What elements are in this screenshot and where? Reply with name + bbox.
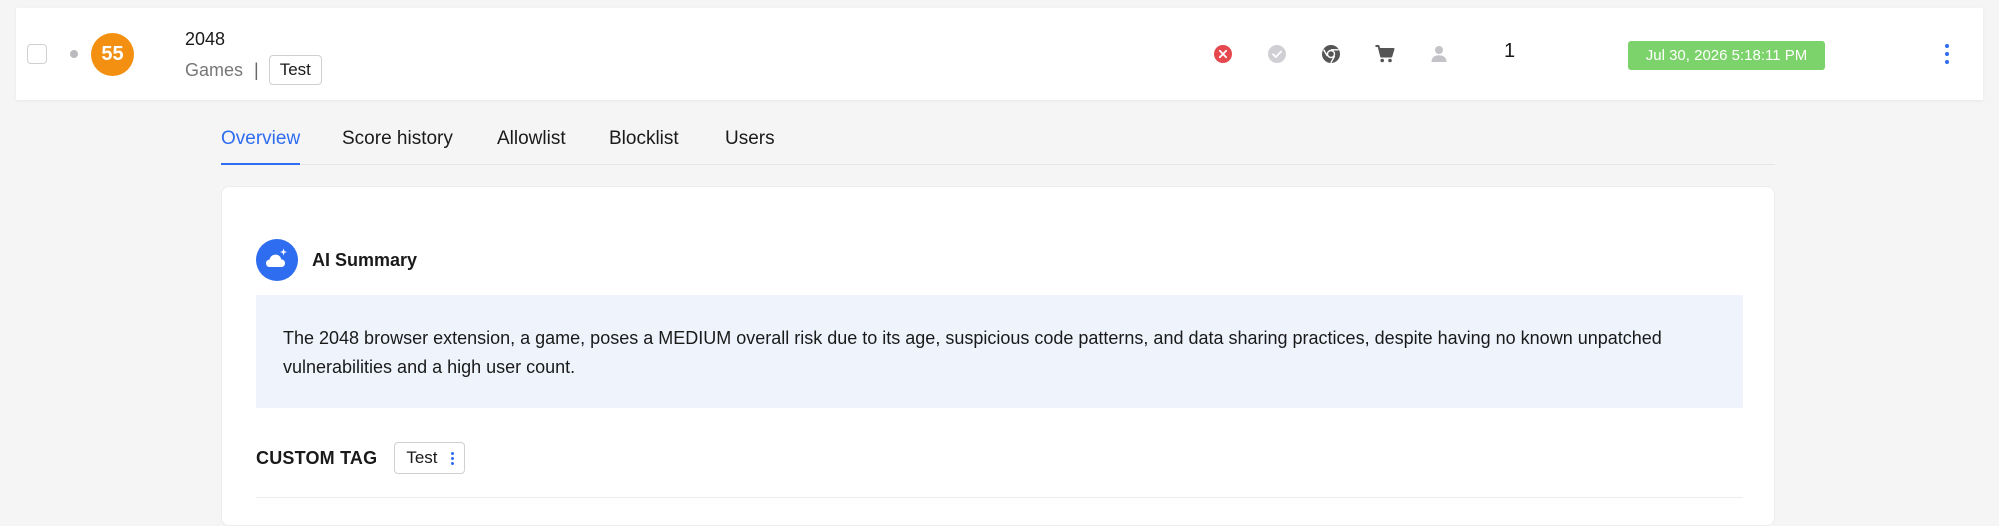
- tab-users[interactable]: Users: [725, 128, 775, 164]
- user-icon: [1427, 42, 1451, 66]
- custom-tag-value: Test: [406, 448, 438, 467]
- ai-sparkle-icon: [256, 239, 298, 281]
- ai-summary-title: AI Summary: [312, 249, 418, 270]
- detail-tabs: Overview Score history Allowlist Blockli…: [221, 124, 1775, 165]
- overview-card: AI Summary The 2048 browser extension, a…: [221, 186, 1775, 526]
- chrome-browser-icon: [1319, 42, 1343, 66]
- ai-summary-text: The 2048 browser extension, a game, pose…: [256, 295, 1743, 408]
- meta-separator: |: [254, 59, 259, 80]
- store-cart-icon: [1373, 42, 1397, 66]
- last-updated-badge: Jul 30, 2026 5:18:11 PM: [1628, 41, 1825, 70]
- ai-summary-header: AI Summary: [256, 239, 417, 281]
- extension-meta: Games | Test: [185, 55, 322, 85]
- extension-row[interactable]: 55 2048 Games | Test 1 Jul 30, 2026 5:18…: [16, 8, 1983, 100]
- tag-more-menu-icon[interactable]: [450, 451, 454, 465]
- category-label: Games: [185, 59, 244, 80]
- tab-blocklist[interactable]: Blocklist: [609, 128, 679, 164]
- section-divider: [256, 497, 1743, 498]
- risk-score-badge: 55: [91, 33, 134, 76]
- blocked-status-icon[interactable]: [1211, 42, 1235, 66]
- tab-overview[interactable]: Overview: [221, 128, 301, 165]
- row-more-menu-icon[interactable]: [1937, 40, 1957, 68]
- extension-name[interactable]: 2048: [185, 29, 225, 50]
- select-checkbox[interactable]: [27, 44, 47, 64]
- tab-score-history[interactable]: Score history: [342, 128, 453, 164]
- user-count: 1: [1504, 40, 1516, 62]
- custom-tag-chip[interactable]: Test: [394, 442, 465, 474]
- custom-tag-row: CUSTOM TAG Test: [256, 442, 465, 474]
- approved-status-icon[interactable]: [1265, 42, 1289, 66]
- custom-tag-label: CUSTOM TAG: [256, 447, 378, 468]
- tag-chip[interactable]: Test: [268, 55, 322, 85]
- tab-allowlist[interactable]: Allowlist: [497, 128, 566, 164]
- status-dot: [70, 50, 78, 58]
